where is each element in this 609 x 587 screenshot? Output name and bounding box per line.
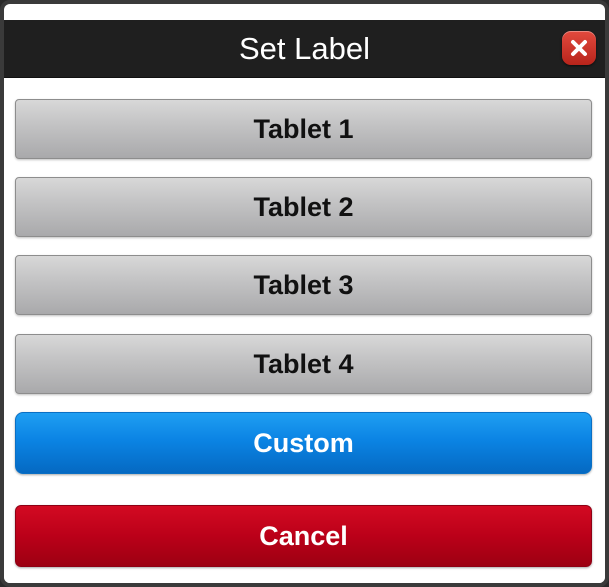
option-label: Tablet 3 <box>253 269 354 300</box>
set-label-dialog: Set Label Tablet 1 Tablet 2 Tablet 3 Tab… <box>0 0 609 587</box>
dialog-content: Tablet 1 Tablet 2 Tablet 3 Tablet 4 Cust… <box>4 78 605 583</box>
option-button-tablet-1[interactable]: Tablet 1 <box>15 99 592 159</box>
custom-label: Custom <box>253 427 354 458</box>
custom-button[interactable]: Custom <box>15 412 592 474</box>
option-button-tablet-4[interactable]: Tablet 4 <box>15 334 592 394</box>
cancel-label: Cancel <box>259 520 348 551</box>
cancel-button[interactable]: Cancel <box>15 505 592 567</box>
option-button-tablet-3[interactable]: Tablet 3 <box>15 255 592 315</box>
close-icon <box>569 38 589 58</box>
dialog-title: Set Label <box>239 31 370 66</box>
close-button[interactable] <box>562 31 596 65</box>
option-label: Tablet 1 <box>253 113 354 144</box>
option-label: Tablet 2 <box>253 191 354 222</box>
option-button-tablet-2[interactable]: Tablet 2 <box>15 177 592 237</box>
dialog-titlebar: Set Label <box>4 4 605 78</box>
option-label: Tablet 4 <box>253 348 354 379</box>
